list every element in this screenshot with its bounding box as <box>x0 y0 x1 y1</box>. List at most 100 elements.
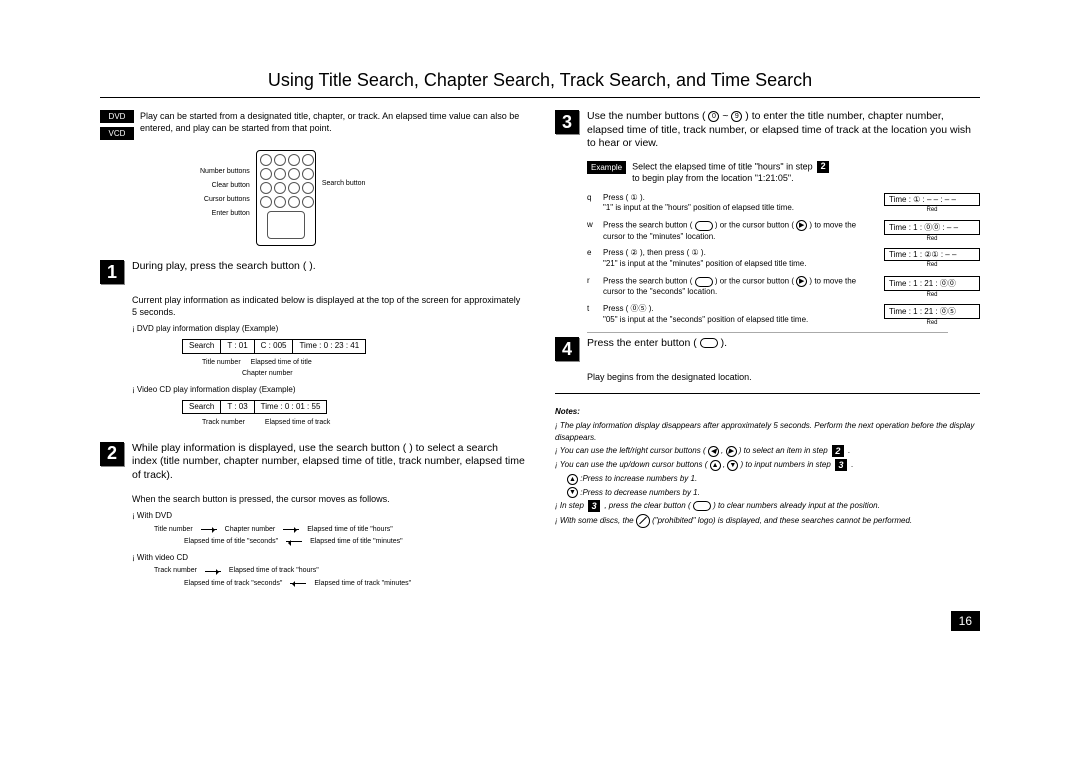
vcd-display-box: Search T : 03 Time : 0 : 01 : 55 <box>182 400 327 415</box>
remote-right-label: Search button <box>322 180 366 187</box>
step-4-body: Play begins from the designated location… <box>587 371 980 383</box>
divider <box>587 332 948 333</box>
arrow-icon <box>290 583 306 584</box>
badge-dvd: DVD <box>100 110 134 123</box>
time-display: Time : 1 : 21 : ⓪⑤ <box>884 304 980 319</box>
note-subitem: ▼ :Press to decrease numbers by 1. <box>567 487 980 499</box>
section-rule <box>555 393 980 394</box>
arrow-icon <box>286 541 302 542</box>
step-ref-2-icon: 2 <box>817 161 829 173</box>
flow-node: Title number <box>152 525 195 534</box>
cursor-left-icon: ◀ <box>708 446 719 457</box>
remote-body <box>256 150 316 246</box>
step-number-icon: 2 <box>100 442 124 466</box>
arrow-icon <box>283 529 299 530</box>
red-label: Red <box>926 292 937 298</box>
step-1-head: During play, press the search button ( )… <box>132 260 316 274</box>
time-display-col: Time : 1 : 21 : ⓪⓪ Red <box>884 276 980 298</box>
note-item: ¡ You can use the left/right cursor butt… <box>555 445 980 457</box>
flow-node: Elapsed time of title "seconds" <box>182 537 280 546</box>
step-3-head: Use the number buttons ( 0 ~ 9 ) to ente… <box>587 110 980 151</box>
substep-t: t Press ( ⓪⑤ ). "05" is input at the "se… <box>587 304 980 326</box>
remote-illustration: Number buttons Clear button Cursor butto… <box>200 150 525 246</box>
step-4-head: Press the enter button ( ). <box>587 337 727 351</box>
disc-badges: DVD VCD <box>100 110 134 140</box>
flow-node: Elapsed time of title "minutes" <box>308 537 405 546</box>
dvd-flow-row-1: Title number Chapter number Elapsed time… <box>152 525 525 534</box>
substep-q: q Press ( ① ). "1" is input at the "hour… <box>587 193 980 215</box>
example-text: Select the elapsed time of title "hours"… <box>632 161 831 185</box>
red-label: Red <box>926 236 937 242</box>
disp-cell: Time : 0 : 23 : 41 <box>293 340 365 353</box>
manual-page: Using Title Search, Chapter Search, Trac… <box>100 70 980 591</box>
time-display-col: Time : 1 : ⓪⓪ : – – Red <box>884 220 980 242</box>
example-line-b: to begin play from the location "1:21:05… <box>632 173 794 183</box>
cursor-right-icon: ▶ <box>796 220 807 231</box>
substep-index: q <box>587 193 597 202</box>
cursor-right-icon: ▶ <box>726 446 737 457</box>
intro-text: Play can be started from a designated ti… <box>140 110 525 134</box>
step-2: 2 While play information is displayed, u… <box>100 442 525 483</box>
note-item: ¡ The play information display disappear… <box>555 420 980 443</box>
substep-index: r <box>587 276 597 285</box>
time-display-col: Time : 1 : 21 : ⓪⑤ Red <box>884 304 980 326</box>
remote-label: Enter button <box>212 210 250 217</box>
step-3: 3 Use the number buttons ( 0 ~ 9 ) to en… <box>555 110 980 151</box>
time-display: Time : 1 : 21 : ⓪⓪ <box>884 276 980 291</box>
with-vcd-label: ¡ With video CD <box>132 553 525 564</box>
remote-label: Clear button <box>212 182 250 189</box>
dvd-display-labels: Title number Elapsed time of title <box>182 358 525 367</box>
number-0-icon: 0 <box>708 111 719 122</box>
substep-r: r Press the search button ( ) or the cur… <box>587 276 980 298</box>
disp-cell: T : 01 <box>221 340 254 353</box>
vcd-display-caption: ¡ Video CD play information display (Exa… <box>132 385 525 396</box>
time-display: Time : 1 : ⓪⓪ : – – <box>884 220 980 235</box>
prohibited-icon <box>636 514 650 528</box>
time-display-col: Time : 1 : ②① : – – Red <box>884 248 980 268</box>
enter-button-icon <box>700 338 718 348</box>
dvd-display-labels-2: Chapter number <box>182 369 525 378</box>
step-ref-3-icon: 3 <box>835 459 847 471</box>
caption: Chapter number <box>242 369 293 378</box>
step-number-icon: 4 <box>555 337 579 361</box>
substep-text: Press ( ⓪⑤ ). "05" is input at the "seco… <box>603 304 878 326</box>
example-line-a: Select the elapsed time of title "hours"… <box>632 161 813 171</box>
with-dvd-label: ¡ With DVD <box>132 511 525 522</box>
step-1-desc: Current play information as indicated be… <box>132 294 525 318</box>
time-display: Time : 1 : ②① : – – <box>884 248 980 261</box>
substep-e: e Press ( ② ), then press ( ① ). "21" is… <box>587 248 980 270</box>
time-display: Time : ① : – – : – – <box>884 193 980 206</box>
page-title: Using Title Search, Chapter Search, Trac… <box>100 70 980 91</box>
flow-node: Elapsed time of track "hours" <box>227 566 321 575</box>
substep-index: w <box>587 220 597 229</box>
substep-text: Press ( ① ). "1" is input at the "hours"… <box>603 193 878 215</box>
cursor-up-icon: ▲ <box>567 474 578 485</box>
page-number: 16 <box>951 611 980 631</box>
note-item: ¡ You can use the up/down cursor buttons… <box>555 459 980 471</box>
intro-row: DVD VCD Play can be started from a desig… <box>100 110 525 140</box>
substep-text: Press the search button ( ) or the curso… <box>603 220 878 242</box>
flow-node: Elapsed time of track "seconds" <box>182 579 284 588</box>
time-display-col: Time : ① : – – : – – Red <box>884 193 980 213</box>
note-item: ¡ In step 3 , press the clear button ( )… <box>555 500 980 512</box>
substep-index: e <box>587 248 597 257</box>
clear-button-icon <box>693 501 711 511</box>
remote-label: Number buttons <box>200 168 250 175</box>
caption: Elapsed time of track <box>265 418 330 427</box>
caption: Track number <box>202 418 245 427</box>
substep-text: Press the search button ( ) or the curso… <box>603 276 878 298</box>
step-number-icon: 3 <box>555 110 579 134</box>
vcd-flow-row-2: Elapsed time of track "seconds" Elapsed … <box>182 579 525 588</box>
disp-cell: C : 005 <box>255 340 294 353</box>
note-subitem: ▲ :Press to increase numbers by 1. <box>567 473 980 485</box>
step-1-body: Current play information as indicated be… <box>132 294 525 428</box>
vcd-flow-row-1: Track number Elapsed time of track "hour… <box>152 566 525 575</box>
step-4: 4 Press the enter button ( ). <box>555 337 980 361</box>
substep-text: Press ( ② ), then press ( ① ). "21" is i… <box>603 248 878 270</box>
caption: Elapsed time of title <box>251 358 312 367</box>
flow-node: Elapsed time of title "hours" <box>305 525 395 534</box>
disp-cell: Search <box>183 340 221 353</box>
flow-node: Elapsed time of track "minutes" <box>312 579 413 588</box>
notes-section: Notes: ¡ The play information display di… <box>555 406 980 528</box>
step-2-head: While play information is displayed, use… <box>132 442 525 483</box>
